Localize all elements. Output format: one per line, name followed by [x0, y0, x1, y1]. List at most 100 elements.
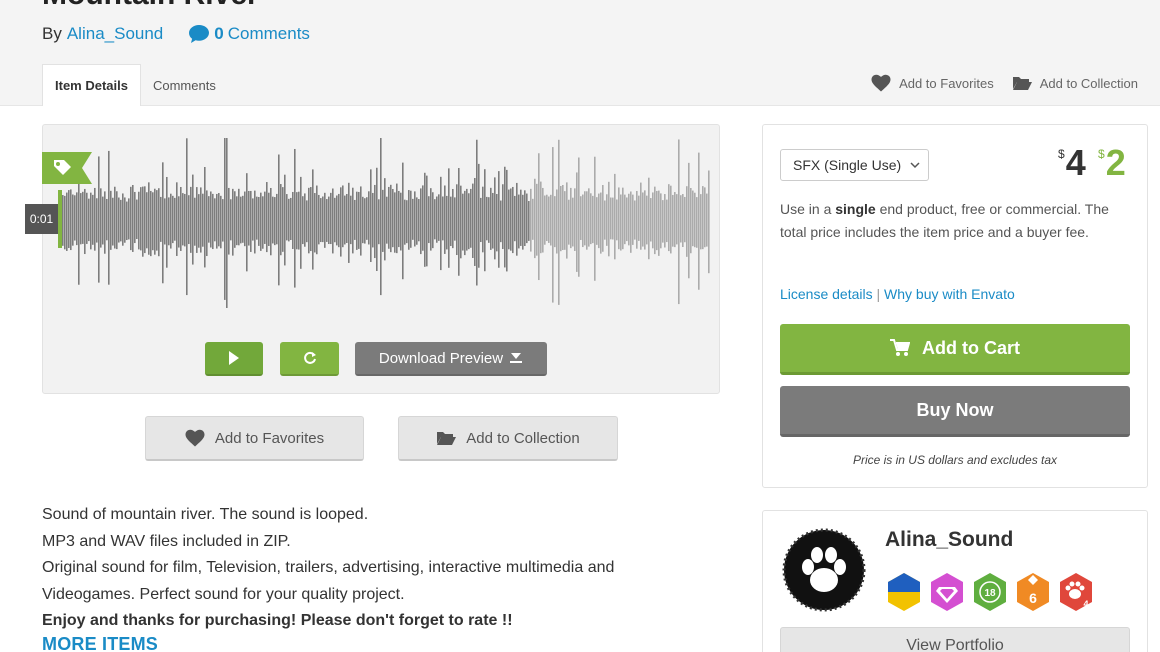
waveform-bar	[436, 196, 438, 243]
author-link[interactable]: Alina_Sound	[67, 24, 163, 44]
waveform-bar	[562, 185, 564, 251]
waveform-bar	[648, 177, 650, 260]
waveform-bar	[272, 196, 274, 244]
description-line: MP3 and WAV files included in ZIP.	[42, 532, 291, 550]
waveform-bar	[574, 188, 576, 251]
waveform-bar	[634, 200, 636, 240]
description-closing: Enjoy and thanks for purchasing! Please …	[42, 612, 513, 629]
download-preview-button[interactable]: Download Preview	[355, 342, 547, 376]
waveform-bar	[140, 187, 142, 251]
waveform-bar	[542, 187, 544, 253]
avatar[interactable]	[780, 527, 868, 613]
waveform-bar	[174, 197, 176, 241]
license-select[interactable]: SFX (Single Use)	[780, 149, 929, 181]
waveform-bar	[510, 188, 512, 251]
more-items-link[interactable]: MORE ITEMS	[42, 634, 158, 652]
waveform-bar	[218, 192, 220, 247]
waveform-bar	[462, 193, 464, 251]
years-badge-icon[interactable]: 18	[972, 572, 1008, 612]
waveform-bar	[626, 197, 628, 242]
waveform-bar	[568, 199, 570, 245]
waveform-bar	[176, 182, 178, 256]
waveform-bar	[470, 188, 472, 248]
waveform-bar	[84, 188, 86, 255]
waveform-bar	[608, 181, 610, 257]
waveform-bar	[292, 191, 294, 249]
level-badge-icon[interactable]: 6	[1015, 572, 1051, 612]
waveform-bar	[474, 178, 476, 266]
waveform-bar	[380, 138, 382, 296]
loop-button[interactable]	[280, 342, 339, 376]
waveform-bar	[118, 197, 120, 243]
waveform-bar	[688, 162, 690, 279]
playhead[interactable]	[58, 190, 62, 248]
waveform-bar	[672, 194, 674, 247]
link-separator: |	[876, 286, 881, 302]
waveform-bar	[222, 199, 224, 242]
waveform-bar	[662, 200, 664, 243]
waveform-bar	[692, 190, 694, 247]
waveform-bar	[66, 192, 68, 251]
header-add-to-favorites[interactable]: Add to Favorites	[871, 74, 994, 92]
header-add-to-collection[interactable]: Add to Collection	[1012, 75, 1138, 91]
waveform-bar	[658, 190, 660, 256]
waveform-bar	[96, 198, 98, 243]
waveform-bar	[388, 186, 390, 249]
waveform-bar	[444, 185, 446, 254]
tab-item-details[interactable]: Item Details	[42, 64, 141, 106]
waveform-bar	[612, 197, 614, 240]
waveform-bar	[426, 175, 428, 267]
waveform-bar	[108, 150, 110, 285]
waveform-bar	[706, 193, 708, 247]
waveform-bar	[664, 194, 666, 248]
waveform-bar	[532, 198, 534, 240]
buy-now-button[interactable]: Buy Now	[780, 386, 1130, 437]
waveform-bar	[606, 194, 608, 246]
comments-link[interactable]: 0 Comments	[188, 24, 310, 44]
waveform-bar	[136, 199, 138, 240]
view-portfolio-button[interactable]: View Portfolio	[780, 627, 1130, 652]
play-icon	[229, 351, 239, 365]
add-to-collection-button[interactable]: Add to Collection	[398, 416, 618, 461]
play-button[interactable]	[205, 342, 263, 376]
waveform-bar	[160, 196, 162, 242]
ukraine-flag-badge-icon[interactable]	[886, 572, 922, 612]
waveform-bar	[152, 192, 154, 251]
waveform-bar	[260, 192, 262, 251]
description-line: Original sound for film, Television, tra…	[42, 559, 615, 576]
diamond-badge-icon[interactable]	[929, 572, 965, 612]
waveform-bar	[420, 188, 422, 255]
why-buy-link[interactable]: Why buy with Envato	[884, 286, 1015, 302]
by-label: By	[42, 24, 62, 43]
waveform-bar	[64, 195, 66, 250]
waveform-bar	[498, 171, 500, 268]
waveform-bar	[200, 187, 202, 253]
waveform-bar	[428, 196, 430, 244]
audio-waveform[interactable]	[62, 138, 710, 308]
waveform-bar	[516, 182, 518, 256]
waveform-bar	[412, 198, 414, 240]
waveform-bar	[354, 199, 356, 240]
waveform-bar	[368, 191, 370, 245]
price-note: Price is in US dollars and excludes tax	[852, 453, 1058, 467]
waveform-bar	[406, 200, 408, 244]
waveform-bar	[442, 196, 444, 241]
license-details-link[interactable]: License details	[780, 286, 873, 302]
waveform-bar	[348, 182, 350, 263]
license-text-bold: single	[835, 201, 876, 217]
level-badge-label: 6	[1029, 590, 1037, 606]
waveform-bar	[546, 194, 548, 242]
waveform-bar	[486, 196, 488, 241]
add-to-cart-button[interactable]: Add to Cart	[780, 324, 1130, 375]
waveform-bar	[698, 152, 700, 290]
tab-comments[interactable]: Comments	[141, 64, 228, 106]
waveform-bar	[276, 193, 278, 245]
paw-badge-icon[interactable]: 4	[1058, 572, 1094, 612]
author-name[interactable]: Alina_Sound	[885, 528, 1013, 552]
paw-badge-label: 4	[1083, 599, 1088, 609]
add-to-favorites-button[interactable]: Add to Favorites	[145, 416, 364, 461]
waveform-bar	[646, 195, 648, 245]
waveform-bar	[180, 186, 182, 251]
waveform-bar	[492, 192, 494, 249]
waveform-bar	[704, 187, 706, 248]
